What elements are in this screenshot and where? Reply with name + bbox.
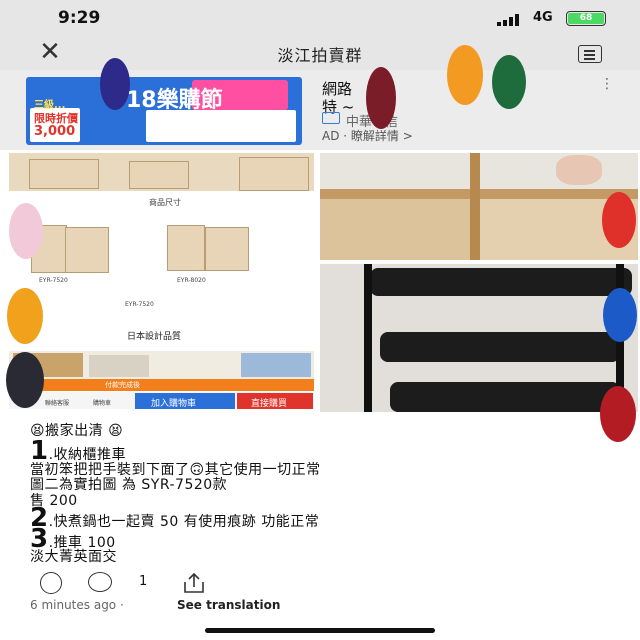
decor-ball-purple [100,58,130,110]
bar-item-cart: 購物車 [93,400,112,407]
footer-separator: · [119,598,124,612]
ad-price: 3,000 [34,124,76,139]
learn-more-link[interactable]: 瞭解詳情 > [351,129,413,143]
ad-title-line1: 網路 [322,80,353,98]
decor-ball-orange-2 [7,288,43,344]
promo-text: 付款完成後 [105,381,140,389]
buy-now-btn: 直接購買 [251,399,288,409]
signal-icon [497,14,519,26]
decor-ball-red-2 [600,386,636,442]
model-label-1: EYR-7520 [39,277,68,284]
model-label-3: EYR-7520 [125,301,154,308]
decor-ball-maroon [366,67,396,129]
decor-ball-dark [6,352,44,408]
post-photo-1[interactable]: 商品尺寸 EYR-7520 EYR-8020 EYR-7520 日本設計品質 付… [9,153,314,409]
ad-label: AD · 瞭解詳情 > [322,127,413,144]
model-label-2: EYR-8020 [177,277,206,284]
time-ago: 6 minutes ago [30,598,117,612]
catalog-title: 日本設計品質 [127,332,182,342]
decor-ball-blue [603,288,637,342]
share-icon[interactable] [181,572,207,594]
battery-level: 68 [568,13,604,24]
comment-icon[interactable] [88,572,112,592]
comment-count: 1 [139,574,148,589]
ad-tag: AD · [322,129,348,143]
menu-icon[interactable] [578,45,602,63]
post-photo-3[interactable] [320,264,638,412]
react-icon[interactable] [40,572,62,594]
post-line-last: 淡大菁英面交 [30,549,117,565]
battery-icon: 68 [566,11,606,26]
advertiser-logo [322,112,340,124]
decor-ball-red [602,192,636,248]
network-label: 4G [533,10,553,25]
add-to-cart-btn: 加入購物車 [151,399,197,409]
post-timestamp: 6 minutes ago · [30,598,124,612]
more-options-icon[interactable]: ⋮ [600,76,614,92]
decor-ball-orange [447,45,483,105]
decor-ball-pink [9,203,43,259]
decor-ball-green [492,55,526,109]
home-indicator[interactable] [205,628,435,633]
page-title: 淡江拍賣群 [277,46,363,65]
close-icon[interactable]: ✕ [36,39,64,65]
see-translation-link[interactable]: See translation [177,598,280,612]
bar-item-support: 聯絡客服 [45,400,70,407]
ad-product-strip [146,110,296,142]
status-time: 9:29 [58,8,101,28]
ad-limit-text: 三級... [34,100,66,111]
post-photo-2[interactable] [320,153,638,260]
spec-title: 商品尺寸 [149,198,181,207]
